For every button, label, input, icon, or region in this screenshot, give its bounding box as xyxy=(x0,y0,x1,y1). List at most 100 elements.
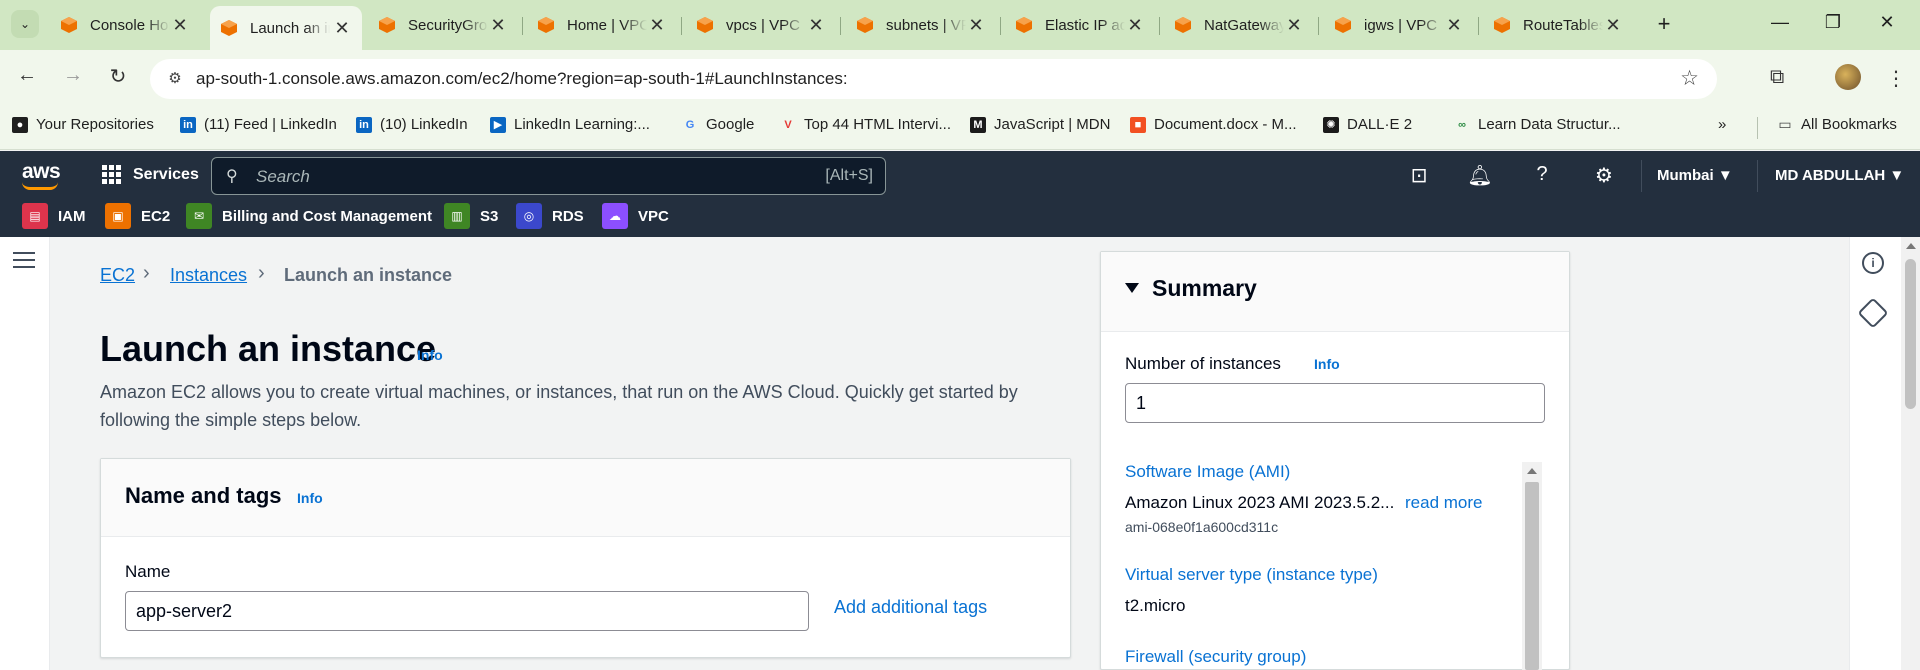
bookmark-item[interactable]: ● Your Repositories xyxy=(12,116,154,133)
bookmark-label: (11) Feed | LinkedIn xyxy=(204,116,337,133)
close-tab-icon[interactable]: ✕ xyxy=(1284,15,1304,36)
page-scrollbar[interactable] xyxy=(1901,237,1920,670)
services-menu-button[interactable]: Services xyxy=(102,165,199,184)
number-of-instances-input[interactable]: 1 xyxy=(1125,383,1545,423)
bookmarks-overflow-icon[interactable]: » xyxy=(1718,116,1726,133)
aws-search-input[interactable]: ⚲ Search [Alt+S] xyxy=(211,157,886,195)
read-more-link[interactable]: read more xyxy=(1405,493,1482,513)
close-tab-icon[interactable]: ✕ xyxy=(332,18,352,39)
bookmark-label: Google xyxy=(706,116,755,133)
name-input[interactable]: app-server2 xyxy=(125,591,809,631)
close-tab-icon[interactable]: ✕ xyxy=(1444,15,1464,36)
browser-tab[interactable]: RouteTables ✕ xyxy=(1483,8,1633,42)
tab-divider xyxy=(840,17,841,35)
browser-tab[interactable]: Launch an instance✕ xyxy=(210,6,362,50)
instances-info-link[interactable]: Info xyxy=(1314,356,1340,372)
iam-icon: ▤ xyxy=(22,203,48,229)
favorite-service-rds[interactable]: ◎ RDS xyxy=(516,203,584,229)
back-icon[interactable]: ← xyxy=(12,64,42,87)
forward-icon[interactable]: → xyxy=(58,64,88,87)
instance-type-link[interactable]: Virtual server type (instance type) xyxy=(1125,565,1378,585)
account-menu[interactable]: MD ABDULLAH ▼ xyxy=(1775,167,1904,184)
aws-cube-icon xyxy=(221,20,237,36)
minimize-icon[interactable]: — xyxy=(1760,12,1800,33)
bookmark-item[interactable]: ✺ DALL·E 2 xyxy=(1323,116,1412,133)
s3-icon: ▥ xyxy=(444,203,470,229)
software-image-ami-link[interactable]: Software Image (AMI) xyxy=(1125,462,1290,482)
restore-icon[interactable]: ❐ xyxy=(1813,12,1853,33)
info-panel-icon[interactable]: i xyxy=(1862,252,1884,274)
close-tab-icon[interactable]: ✕ xyxy=(1603,15,1623,36)
close-tab-icon[interactable]: ✕ xyxy=(966,15,986,36)
hamburger-menu-icon[interactable] xyxy=(13,252,35,273)
aws-cube-icon xyxy=(61,17,77,33)
browser-tab[interactable]: SecurityGroups✕ xyxy=(368,8,518,42)
caret-down-icon[interactable] xyxy=(1125,283,1139,293)
reload-icon[interactable]: ↻ xyxy=(103,64,133,89)
close-tab-icon[interactable]: ✕ xyxy=(1125,15,1145,36)
firewall-link[interactable]: Firewall (security group) xyxy=(1125,647,1306,667)
close-window-icon[interactable]: ✕ xyxy=(1867,12,1907,33)
add-additional-tags-link[interactable]: Add additional tags xyxy=(834,597,987,618)
bookmark-item[interactable]: G Google xyxy=(682,116,755,133)
favorite-label: Billing and Cost Management xyxy=(222,207,433,225)
close-tab-icon[interactable]: ✕ xyxy=(647,15,667,36)
search-icon: ⚲ xyxy=(226,168,238,185)
tab-divider xyxy=(681,17,682,35)
favorite-service-billing[interactable]: ✉ Billing and Cost Management xyxy=(186,203,432,229)
new-tab-button[interactable]: + xyxy=(1651,11,1677,37)
bookmark-item[interactable]: M JavaScript | MDN xyxy=(970,116,1110,133)
favorite-label: IAM xyxy=(58,207,86,225)
bookmark-item[interactable]: ∞ Learn Data Structur... xyxy=(1454,116,1621,133)
browser-tab[interactable]: subnets | VPC✕ xyxy=(846,8,996,42)
browser-tab[interactable]: igws | VPC ✕ xyxy=(1324,8,1474,42)
breadcrumb-current: Launch an instance xyxy=(284,265,453,285)
cloudshell-icon[interactable]: ⊡ xyxy=(1406,163,1432,188)
bookmark-item[interactable]: ▶ LinkedIn Learning:... xyxy=(490,116,650,133)
bookmark-label: Your Repositories xyxy=(36,116,154,133)
breadcrumb-ec2[interactable]: EC2 xyxy=(100,265,135,286)
bookmark-item[interactable]: in (10) LinkedIn xyxy=(356,116,468,133)
extensions-icon[interactable]: ⧉ xyxy=(1770,66,1784,89)
grid-icon xyxy=(102,165,121,184)
favorite-service-iam[interactable]: ▤ IAM xyxy=(22,203,86,229)
tab-search-button[interactable]: ⌄ xyxy=(11,10,39,38)
bookmark-label: DALL·E 2 xyxy=(1347,116,1413,133)
favorite-service-s3[interactable]: ▥ S3 xyxy=(444,203,498,229)
chevron-right-icon: › xyxy=(258,262,265,284)
instance-type-value: t2.micro xyxy=(1125,596,1186,615)
bookmark-item[interactable]: in (11) Feed | LinkedIn xyxy=(180,116,337,133)
url-text[interactable]: ap-south-1.console.aws.amazon.com/ec2/ho… xyxy=(196,69,848,89)
bookmark-item[interactable]: ■ Document.docx - M... xyxy=(1130,116,1297,133)
profile-avatar[interactable] xyxy=(1835,64,1861,90)
settings-gear-icon[interactable]: ⚙ xyxy=(1591,163,1617,188)
favorite-service-vpc[interactable]: ☁ VPC xyxy=(602,203,669,229)
name-field-label: Name xyxy=(125,562,171,581)
browser-tab[interactable]: Console Home✕ xyxy=(50,8,200,42)
bookmark-star-icon[interactable]: ☆ xyxy=(1680,66,1699,91)
page-info-link[interactable]: Info xyxy=(417,347,443,363)
browser-tab[interactable]: NatGateways✕ xyxy=(1164,8,1314,42)
close-tab-icon[interactable]: ✕ xyxy=(488,15,508,36)
close-tab-icon[interactable]: ✕ xyxy=(170,15,190,36)
help-icon[interactable]: ? xyxy=(1529,163,1555,186)
name-tags-info-link[interactable]: Info xyxy=(297,490,323,506)
linkedin-learning-icon: ▶ xyxy=(490,116,506,133)
breadcrumb-instances[interactable]: Instances xyxy=(170,265,247,286)
favorite-service-ec2[interactable]: ▣ EC2 xyxy=(105,203,170,229)
browser-tab[interactable]: Home | VPC ✕ xyxy=(527,8,677,42)
summary-scrollbar[interactable] xyxy=(1522,462,1542,670)
browser-tab[interactable]: Elastic IP addresses✕ xyxy=(1005,8,1155,42)
chrome-menu-icon[interactable]: ⋮ xyxy=(1886,66,1906,91)
all-bookmarks[interactable]: ▭ All Bookmarks xyxy=(1777,116,1896,133)
summary-heading[interactable]: Summary xyxy=(1152,275,1257,302)
tab-title: vpcs | VPC xyxy=(726,16,800,34)
browser-tab[interactable]: vpcs | VPC ✕ xyxy=(686,8,836,42)
close-tab-icon[interactable]: ✕ xyxy=(806,15,826,36)
notifications-bell-icon[interactable]: 🔔︎ xyxy=(1467,163,1493,188)
region-selector[interactable]: Mumbai ▼ xyxy=(1657,167,1733,184)
omnibox[interactable]: ⚙ ap-south-1.console.aws.amazon.com/ec2/… xyxy=(150,59,1717,99)
site-settings-icon[interactable]: ⚙ xyxy=(164,68,186,90)
aws-logo[interactable]: aws xyxy=(22,160,61,184)
bookmark-item[interactable]: V Top 44 HTML Intervi... xyxy=(780,116,951,133)
